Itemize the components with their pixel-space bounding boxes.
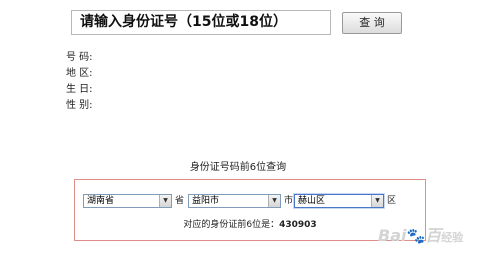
id-number-input[interactable]: 请输入身份证号（15位或18位） [71,10,331,35]
province-unit: 省 [175,196,185,206]
baidu-watermark-logo: Bai🐾百经验 [378,222,463,246]
code-value: 430903 [279,220,317,230]
code-result: 对应的身份证前6位是：430903 [75,217,425,230]
province-select[interactable]: 湖南省 ▼ [83,194,172,208]
district-select-value: 赫山区 [298,196,326,206]
code-label: 对应的身份证前6位是： [183,220,280,230]
city-unit: 市 [284,196,294,206]
result-labels: 号 码: 地 区: 生 日: 性 别: [66,50,93,114]
city-select[interactable]: 益阳市 ▼ [188,194,281,208]
watermark-text: Bai [378,226,407,245]
district-unit: 区 [387,196,397,206]
paw-icon: 🐾 [406,227,426,245]
watermark-sub: 经验 [441,231,464,244]
city-select-value: 益阳市 [192,196,220,206]
district-select[interactable]: 赫山区 ▼ [294,194,384,208]
watermark-after: 百 [425,226,442,245]
lookup-title: 身份证号码前6位查询 [189,162,287,173]
lookup-panel: 湖南省 ▼ 省 益阳市 ▼ 市 赫山区 ▼ 区 对应的身份证前6位是：43090… [74,179,426,241]
chevron-down-icon[interactable]: ▼ [371,195,383,207]
query-button[interactable]: 查 询 [342,12,402,34]
birthday-label: 生 日: [66,84,93,95]
province-select-value: 湖南省 [87,196,115,206]
chevron-down-icon[interactable]: ▼ [159,195,171,207]
gender-label: 性 别: [66,100,93,111]
region-label: 地 区: [66,68,93,79]
chevron-down-icon[interactable]: ▼ [268,195,280,207]
number-label: 号 码: [66,52,93,63]
